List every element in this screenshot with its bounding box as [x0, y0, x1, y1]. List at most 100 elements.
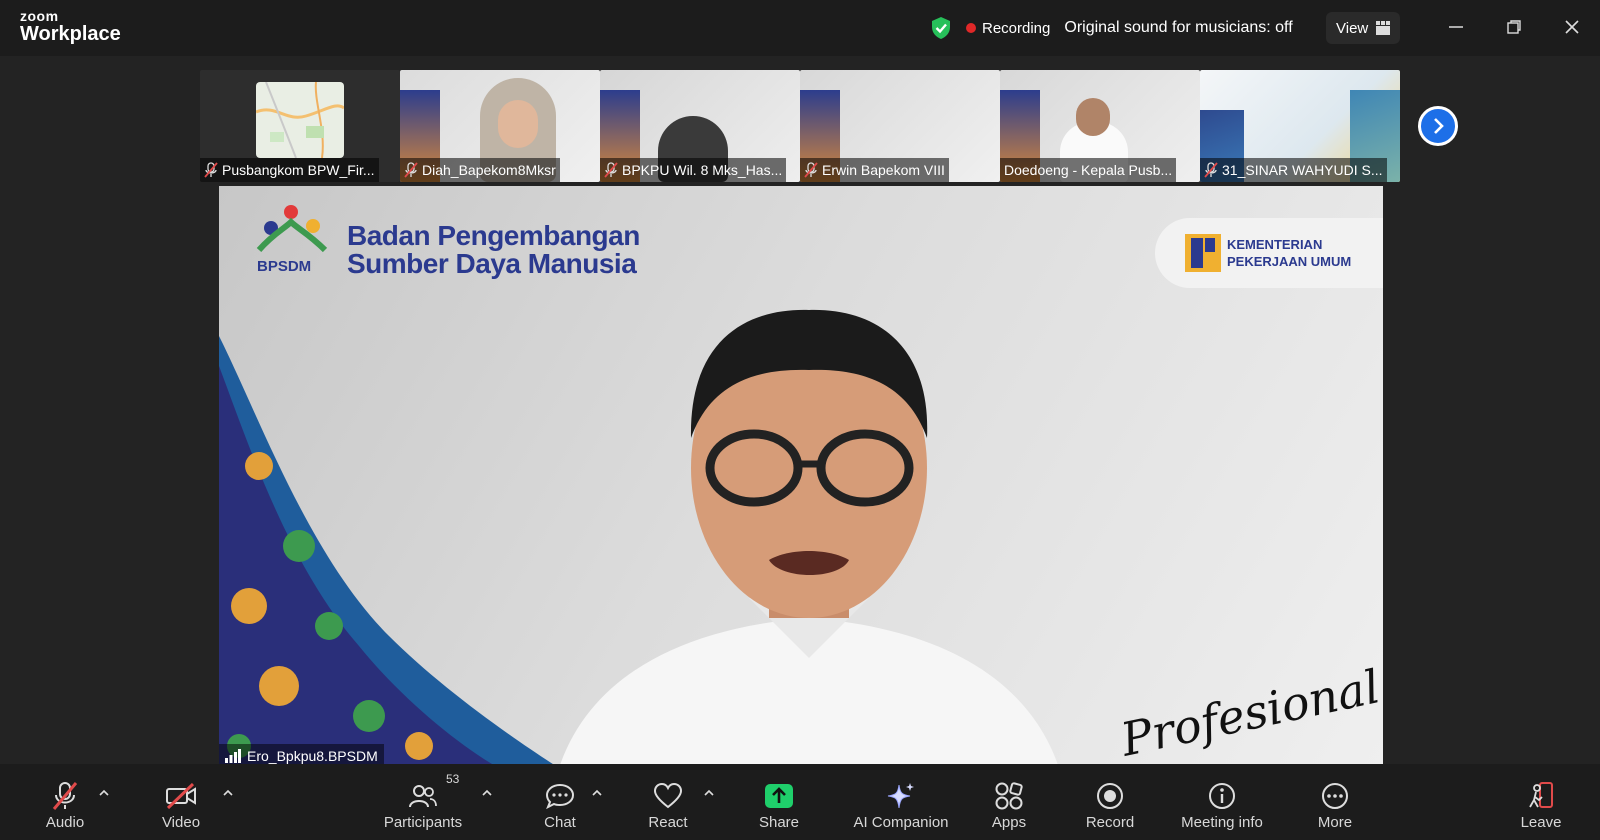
- participant-name-tag: BPKPU Wil. 8 Mks_Has...: [600, 158, 787, 182]
- participant-name: BPKPU Wil. 8 Mks_Has...: [622, 162, 783, 178]
- chat-label: Chat: [544, 814, 576, 831]
- meeting-info-label: Meeting info: [1181, 814, 1263, 831]
- muted-mic-icon: [804, 162, 818, 178]
- participants-label: Participants: [383, 814, 463, 831]
- audio-label: Audio: [45, 814, 85, 831]
- more-options-icon: [1322, 783, 1348, 809]
- record-label: Record: [1085, 814, 1135, 831]
- speaker-person-figure: [559, 309, 1059, 768]
- ministry-line-2: PEKERJAAN UMUM: [1227, 254, 1352, 269]
- muted-mic-icon: [204, 162, 218, 178]
- view-button[interactable]: View: [1326, 12, 1401, 44]
- participant-name: Diah_Bapekom8Mksr: [422, 162, 556, 178]
- minimize-button[interactable]: [1438, 12, 1474, 42]
- muted-microphone-icon: [52, 782, 78, 810]
- zoom-logo: zoom Workplace: [20, 9, 121, 44]
- meeting-info-button[interactable]: Meeting info: [1172, 780, 1272, 831]
- minimize-icon: [1449, 26, 1463, 28]
- muted-mic-icon: [604, 162, 618, 178]
- chat-bubble-icon: [545, 783, 575, 810]
- recording-label: Recording: [982, 19, 1051, 37]
- participant-thumbnail-strip: Pusbangkom BPW_Fir... Diah_Bapekom8Mksr …: [200, 70, 1400, 182]
- next-page-button[interactable]: [1418, 106, 1458, 146]
- grid-view-icon: [1376, 21, 1391, 35]
- title-bar: zoom Workplace Recording Original sound …: [0, 0, 1600, 56]
- ai-companion-button[interactable]: AI Companion: [846, 780, 956, 831]
- organization-name: Badan Pengembangan Sumber Daya Manusia: [347, 222, 640, 278]
- react-label: React: [648, 814, 688, 831]
- organization-line-1: Badan Pengembangan: [347, 220, 640, 251]
- apps-icon: [995, 782, 1023, 810]
- bpsdm-logo-text: BPSDM: [257, 258, 312, 275]
- video-button[interactable]: Video: [156, 780, 206, 831]
- participant-tile[interactable]: Diah_Bapekom8Mksr: [400, 70, 600, 182]
- original-sound-status[interactable]: Original sound for musicians: off: [1064, 19, 1292, 37]
- close-icon: [1565, 20, 1579, 34]
- video-options-chevron-up-icon[interactable]: [222, 788, 234, 798]
- ministry-line-1: KEMENTERIAN: [1227, 237, 1323, 252]
- participant-tile[interactable]: Erwin Bapekom VIII: [800, 70, 1000, 182]
- participant-tile[interactable]: Doedoeng - Kepala Pusb...: [1000, 70, 1200, 182]
- chevron-right-icon: [1434, 118, 1444, 134]
- share-button[interactable]: Share: [754, 780, 804, 831]
- map-avatar-image: [256, 82, 344, 158]
- logo-bottom: Workplace: [20, 23, 121, 45]
- ministry-logo-icon: [1185, 234, 1221, 272]
- background-slogan: Profesional: [1116, 659, 1383, 767]
- logo-top: zoom: [20, 8, 59, 24]
- leave-label: Leave: [1520, 814, 1562, 831]
- participant-tile[interactable]: BPKPU Wil. 8 Mks_Has...: [600, 70, 800, 182]
- audio-button[interactable]: Audio: [40, 780, 90, 831]
- participant-tile[interactable]: Pusbangkom BPW_Fir...: [200, 70, 400, 182]
- participant-name-tag: Doedoeng - Kepala Pusb...: [1000, 158, 1177, 182]
- ai-sparkle-icon: [887, 783, 914, 809]
- restore-button[interactable]: [1496, 12, 1532, 42]
- video-label: Video: [161, 814, 201, 831]
- participants-count: 53: [446, 772, 460, 786]
- batik-background-decoration: [219, 336, 559, 768]
- meeting-status: Recording Original sound for musicians: …: [930, 12, 1293, 44]
- leave-meeting-icon: [1529, 782, 1553, 808]
- apps-button[interactable]: Apps: [984, 780, 1034, 831]
- recording-indicator[interactable]: Recording: [966, 20, 1050, 37]
- share-screen-icon: [765, 784, 793, 808]
- participant-name-tag: Diah_Bapekom8Mksr: [400, 158, 560, 182]
- meeting-controls-toolbar: Audio Video Participants 53 Chat React S…: [0, 764, 1600, 840]
- record-button[interactable]: Record: [1080, 780, 1140, 831]
- participants-icon: [409, 785, 437, 808]
- participant-name: Doedoeng - Kepala Pusb...: [1004, 162, 1173, 178]
- ministry-badge: KEMENTERIAN PEKERJAAN UMUM: [1155, 218, 1383, 288]
- security-shield-icon[interactable]: [930, 16, 952, 40]
- close-window-button[interactable]: [1554, 12, 1590, 42]
- speaker-name: Ero_Bpkpu8.BPSDM: [247, 748, 378, 764]
- info-icon: [1209, 783, 1235, 809]
- ai-companion-label: AI Companion: [853, 814, 949, 831]
- react-options-chevron-up-icon[interactable]: [703, 788, 715, 798]
- react-button[interactable]: React: [640, 780, 696, 831]
- more-label: More: [1317, 814, 1353, 831]
- audio-options-chevron-up-icon[interactable]: [98, 788, 110, 798]
- chat-button[interactable]: Chat: [535, 780, 585, 831]
- participant-face: [1076, 98, 1110, 136]
- more-button[interactable]: More: [1310, 780, 1360, 831]
- ministry-name: KEMENTERIAN PEKERJAAN UMUM: [1227, 236, 1351, 270]
- participant-tile[interactable]: 31_SINAR WAHYUDI S...: [1200, 70, 1400, 182]
- participant-name: Erwin Bapekom VIII: [822, 162, 945, 178]
- restore-icon: [1507, 20, 1521, 34]
- muted-mic-icon: [1204, 162, 1218, 178]
- active-speaker-video[interactable]: BPSDM Badan Pengembangan Sumber Daya Man…: [219, 186, 1383, 768]
- bpsdm-logo-icon: [256, 205, 328, 253]
- view-label: View: [1336, 19, 1369, 37]
- heart-icon: [653, 782, 683, 809]
- chat-options-chevron-up-icon[interactable]: [591, 788, 603, 798]
- participant-name: Pusbangkom BPW_Fir...: [222, 162, 375, 178]
- leave-button[interactable]: Leave: [1516, 780, 1566, 831]
- participant-name-tag: Erwin Bapekom VIII: [800, 158, 949, 182]
- video-off-icon: [166, 783, 196, 809]
- participants-button[interactable]: Participants: [378, 780, 468, 831]
- participants-options-chevron-up-icon[interactable]: [481, 788, 493, 798]
- meeting-stage: Pusbangkom BPW_Fir... Diah_Bapekom8Mksr …: [0, 56, 1600, 768]
- record-icon: [1097, 783, 1123, 809]
- participant-face: [498, 100, 538, 148]
- recording-dot-icon: [966, 23, 976, 33]
